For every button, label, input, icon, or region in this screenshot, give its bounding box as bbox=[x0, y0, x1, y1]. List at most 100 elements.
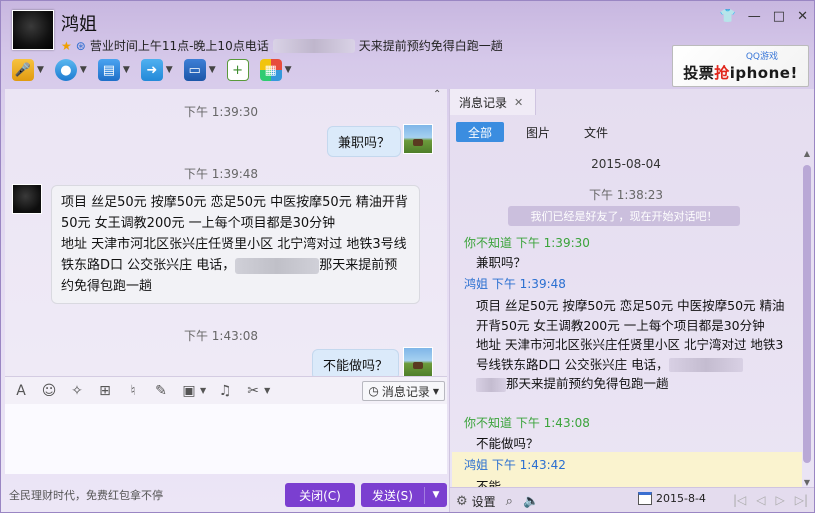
message-input[interactable] bbox=[5, 404, 447, 474]
scroll-down-icon[interactable]: ▼ bbox=[802, 478, 812, 487]
chat-header: 鸿姐 ★ ⊛ 营业时间上午11点-晚上10点电话 天来提前预约免得白跑一趟 👕 … bbox=[1, 1, 814, 89]
history-time: 下午 1:38:23 bbox=[588, 188, 664, 202]
first-page-icon[interactable]: |◁ bbox=[733, 493, 746, 507]
close-tab-icon[interactable]: ✕ bbox=[514, 96, 523, 109]
filter-images[interactable]: 图片 bbox=[514, 122, 562, 142]
system-message: 我们已经是好友了，现在开始对话吧！ bbox=[508, 206, 740, 226]
window-controls: 👕 — □ ✕ bbox=[720, 9, 808, 24]
chat-message-area[interactable]: 下午 1:39:30 兼职吗？ 下午 1:39:48 项目 丝足50元 按摩50… bbox=[5, 89, 447, 376]
scroll-thumb[interactable] bbox=[803, 165, 811, 463]
chevron-down-icon[interactable]: ▼ bbox=[285, 65, 292, 75]
date-picker[interactable]: 2015-8-4 bbox=[638, 492, 706, 505]
music-icon[interactable]: ♫ bbox=[216, 383, 234, 399]
edit-doc-icon[interactable]: ✎ bbox=[152, 383, 170, 399]
apps-button[interactable]: ▦ ▼ bbox=[257, 57, 295, 83]
chevron-down-icon[interactable]: ▼ bbox=[264, 386, 270, 395]
star-icon[interactable]: ★ bbox=[61, 39, 72, 53]
history-message: 项目 丝足50元 按摩50元 恋足50元 中医按摩50元 精油开背50元 女王调… bbox=[476, 296, 794, 394]
maximize-button[interactable]: □ bbox=[773, 9, 785, 24]
speaker-icon[interactable]: 🔈 bbox=[523, 494, 539, 509]
screen-share-button[interactable]: ▭ ▼ bbox=[181, 57, 219, 83]
ad-headline: 投票抢iphone! bbox=[683, 64, 798, 82]
gift-icon[interactable]: ⊞ bbox=[96, 383, 114, 399]
history-message: 不能 bbox=[476, 479, 502, 487]
history-sender-self: 你不知道 下午 1:39:30 bbox=[464, 236, 590, 250]
close-window-button[interactable]: ✕ bbox=[797, 9, 808, 24]
sent-message-bubble[interactable]: 兼职吗？ bbox=[327, 126, 402, 157]
history-bottom-bar: ⚙ 设置 ⌕ 🔈 2015-8-4 |◁ ◁ ▷ ▷| bbox=[450, 487, 814, 512]
chevron-down-icon[interactable]: ▼ bbox=[123, 65, 130, 75]
search-icon[interactable]: ⌕ bbox=[506, 494, 513, 509]
gear-icon[interactable]: ⚙ bbox=[456, 494, 468, 509]
redacted-phone bbox=[668, 358, 743, 372]
chevron-down-icon[interactable]: ▼ bbox=[209, 65, 216, 75]
message-history-button[interactable]: ◷ 消息记录 ▼ bbox=[362, 381, 445, 401]
font-icon[interactable]: A bbox=[12, 383, 30, 399]
chat-add-icon: + bbox=[226, 59, 249, 81]
send-button[interactable]: 发送(S) ▼ bbox=[361, 483, 447, 507]
history-text-address: 地址 天津市河北区张兴庄任贤里小区 北宁湾对过 地铁3号线铁东路D口 公交张兴庄… bbox=[476, 337, 784, 372]
chevron-down-icon[interactable]: ▼ bbox=[166, 65, 173, 75]
bottom-bar: 全民理财时代，免费红包拿不停 关闭(C) 发送(S) ▼ bbox=[5, 474, 447, 512]
filter-files[interactable]: 文件 bbox=[572, 122, 620, 142]
history-list[interactable]: 2015-08-04 下午 1:38:23 我们已经是好友了，现在开始对话吧！ … bbox=[450, 149, 802, 487]
history-scrollbar[interactable]: ▲ ▼ bbox=[802, 149, 812, 487]
minimize-button[interactable]: — bbox=[748, 9, 761, 24]
redacted-phone bbox=[272, 38, 355, 53]
game-ad-banner[interactable]: QQ游戏 投票抢iphone! bbox=[672, 45, 809, 87]
collapse-arrow-icon[interactable]: ⌃ bbox=[433, 89, 441, 100]
qq-game-logo: QQ游戏 bbox=[745, 52, 778, 62]
send-options-icon[interactable]: ▼ bbox=[425, 490, 447, 500]
create-discussion-button[interactable]: + bbox=[224, 57, 252, 83]
shake-icon[interactable]: ✧ bbox=[68, 383, 86, 399]
chevron-down-icon[interactable]: ▼ bbox=[200, 386, 206, 395]
settings-label[interactable]: 设置 bbox=[472, 493, 496, 510]
presentation-icon: ▤ bbox=[97, 59, 120, 81]
apps-grid-icon: ▦ bbox=[259, 59, 282, 81]
chat-toolbar: 🎤 ▼ ● ▼ ▤ ▼ ➜ ▼ ▭ ▼ + ▦ ▼ bbox=[9, 57, 295, 83]
contact-avatar-small[interactable] bbox=[12, 184, 42, 214]
chevron-down-icon[interactable]: ▼ bbox=[433, 387, 439, 396]
sent-message-bubble[interactable]: 不能做吗？ bbox=[312, 349, 400, 376]
image-icon[interactable]: ▣ bbox=[180, 383, 198, 399]
finance-ad-text[interactable]: 全民理财时代，免费红包拿不停 bbox=[9, 487, 163, 503]
message-time: 下午 1:39:48 bbox=[183, 167, 259, 181]
self-avatar[interactable] bbox=[403, 347, 433, 376]
calendar-icon[interactable] bbox=[638, 492, 652, 505]
input-toolbar: A ☺ ✧ ⊞ ♮ ✎ ▣ ▼ ♫ ✂ ▼ ◷ 消息记录 ▼ bbox=[5, 376, 447, 404]
send-file-button[interactable]: ➜ ▼ bbox=[138, 57, 176, 83]
microphone-icon: 🎤 bbox=[12, 59, 34, 81]
tab-message-history[interactable]: 消息记录 ✕ bbox=[450, 89, 536, 115]
chevron-down-icon[interactable]: ▼ bbox=[37, 65, 44, 75]
scissors-icon[interactable]: ✂ bbox=[244, 383, 262, 399]
tab-label: 消息记录 bbox=[459, 95, 508, 110]
emoji-icon[interactable]: ☺ bbox=[40, 383, 58, 399]
webcam-icon: ● bbox=[54, 59, 77, 81]
redacted-phone bbox=[235, 257, 320, 274]
history-sender-contact: 鸿姐 下午 1:43:42 bbox=[464, 458, 566, 472]
voice-message-icon[interactable]: ♮ bbox=[124, 383, 142, 399]
close-button[interactable]: 关闭(C) bbox=[285, 483, 355, 507]
received-message-bubble[interactable]: 项目 丝足50元 按摩50元 恋足50元 中医按摩50元 精油开背50元 女王调… bbox=[51, 185, 420, 304]
send-label[interactable]: 发送(S) bbox=[361, 486, 425, 504]
voice-call-button[interactable]: 🎤 ▼ bbox=[9, 57, 47, 83]
prev-page-icon[interactable]: ◁ bbox=[756, 493, 765, 507]
chevron-down-icon[interactable]: ▼ bbox=[80, 65, 87, 75]
contact-avatar[interactable] bbox=[12, 10, 54, 50]
skin-icon[interactable]: 👕 bbox=[720, 9, 736, 24]
remote-assist-button[interactable]: ▤ ▼ bbox=[95, 57, 133, 83]
qzone-icon[interactable]: ⊛ bbox=[76, 39, 86, 53]
contact-signature: ★ ⊛ 营业时间上午11点-晚上10点电话 天来提前预约免得白跑一趟 bbox=[61, 37, 503, 54]
video-call-button[interactable]: ● ▼ bbox=[52, 57, 90, 83]
history-sender-contact: 鸿姐 下午 1:39:48 bbox=[464, 277, 566, 291]
history-filters: 全部 图片 文件 bbox=[456, 122, 620, 142]
self-avatar[interactable] bbox=[403, 124, 433, 154]
history-message: 兼职吗？ bbox=[476, 255, 527, 270]
contact-name[interactable]: 鸿姐 bbox=[61, 10, 97, 36]
history-message: 不能做吗？ bbox=[476, 436, 539, 451]
filter-all[interactable]: 全部 bbox=[456, 122, 505, 142]
scroll-up-icon[interactable]: ▲ bbox=[802, 149, 812, 158]
last-page-icon[interactable]: ▷| bbox=[795, 493, 808, 507]
next-page-icon[interactable]: ▷ bbox=[775, 493, 784, 507]
message-text-services: 项目 丝足50元 按摩50元 恋足50元 中医按摩50元 精油开背50元 女王调… bbox=[61, 195, 408, 231]
